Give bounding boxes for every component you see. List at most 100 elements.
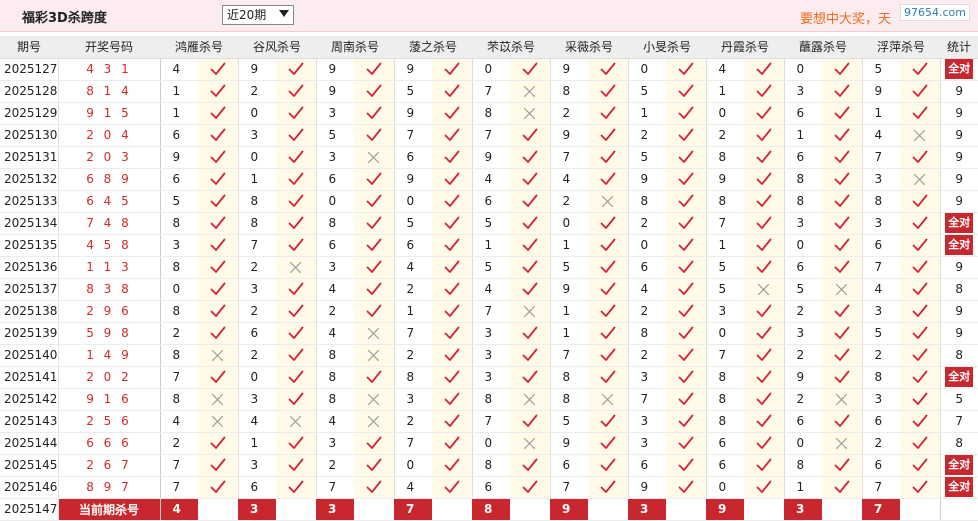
pick-value: 2 bbox=[784, 344, 822, 367]
pick-value: 5 bbox=[316, 124, 354, 147]
issue-number: 2025138 bbox=[0, 300, 58, 323]
check-icon bbox=[198, 80, 239, 103]
table-row: 2025139 5 9 82 6 4 7 3 1 8 0 3 5 9 bbox=[0, 322, 978, 345]
current-pick-value: 3 bbox=[238, 498, 276, 521]
check-icon bbox=[822, 58, 863, 81]
pick-value: 8 bbox=[784, 454, 822, 477]
pick-value: 9 bbox=[472, 146, 510, 169]
pick-value: 7 bbox=[472, 300, 510, 323]
pick-value: 1 bbox=[550, 234, 588, 257]
check-icon bbox=[198, 168, 239, 191]
pick-value: 8 bbox=[706, 146, 744, 169]
pick-value: 2 bbox=[160, 432, 198, 455]
pick-value: 9 bbox=[550, 432, 588, 455]
pick-value: 7 bbox=[394, 432, 432, 455]
pick-value: 7 bbox=[394, 124, 432, 147]
check-icon bbox=[900, 454, 941, 477]
check-icon bbox=[900, 146, 941, 169]
current-pick-value: 9 bbox=[706, 498, 744, 521]
check-icon bbox=[588, 432, 629, 455]
check-icon bbox=[900, 300, 941, 323]
pick-value: 5 bbox=[160, 190, 198, 213]
pick-value: 0 bbox=[316, 190, 354, 213]
check-icon bbox=[432, 322, 473, 345]
check-icon bbox=[354, 190, 395, 213]
check-icon bbox=[666, 168, 707, 191]
check-icon bbox=[432, 366, 473, 389]
check-icon bbox=[744, 366, 785, 389]
pick-value: 0 bbox=[394, 454, 432, 477]
cross-icon bbox=[354, 388, 395, 411]
cross-icon bbox=[198, 410, 239, 433]
stat-cell: 9 bbox=[939, 124, 978, 147]
check-icon bbox=[276, 432, 317, 455]
pick-value: 1 bbox=[862, 102, 900, 125]
check-icon bbox=[354, 124, 395, 147]
spacer-cell bbox=[510, 498, 550, 521]
issue-number: 2025132 bbox=[0, 168, 58, 191]
check-icon bbox=[666, 234, 707, 257]
pick-value: 9 bbox=[238, 58, 276, 81]
current-issue-row: 2025147 当前期杀号 4 3 3 7 8 9 3 9 3 7 bbox=[0, 498, 978, 521]
pick-value: 8 bbox=[862, 190, 900, 213]
pick-value: 3 bbox=[238, 388, 276, 411]
pick-value: 8 bbox=[706, 366, 744, 389]
check-icon bbox=[900, 102, 941, 125]
table-row: 2025145 2 6 7 7 3 2 0 8 6 6 6 8 6 全对 bbox=[0, 454, 978, 477]
check-icon bbox=[510, 366, 551, 389]
pick-value: 8 bbox=[160, 388, 198, 411]
pick-value: 4 bbox=[316, 322, 354, 345]
pick-value: 3 bbox=[316, 256, 354, 279]
pick-value: 2 bbox=[238, 344, 276, 367]
check-icon bbox=[900, 344, 941, 367]
pick-value: 7 bbox=[238, 234, 276, 257]
stat-cell: 全对 bbox=[939, 58, 978, 81]
check-icon bbox=[432, 80, 473, 103]
table-row: 2025143 2 5 644427538667 bbox=[0, 410, 978, 433]
check-icon bbox=[822, 256, 863, 279]
table-row: 2025142 9 1 683838878235 bbox=[0, 388, 978, 411]
pick-value: 4 bbox=[862, 278, 900, 301]
pick-value: 5 bbox=[472, 212, 510, 235]
pick-value: 8 bbox=[238, 190, 276, 213]
cross-icon bbox=[900, 124, 941, 147]
check-icon bbox=[432, 124, 473, 147]
check-icon bbox=[588, 102, 629, 125]
check-icon bbox=[822, 366, 863, 389]
check-icon bbox=[744, 322, 785, 345]
current-pick-value: 4 bbox=[160, 498, 198, 521]
check-icon bbox=[354, 454, 395, 477]
issue-number: 2025129 bbox=[0, 102, 58, 125]
pick-value: 8 bbox=[550, 366, 588, 389]
check-icon bbox=[198, 58, 239, 81]
pick-value: 2 bbox=[628, 212, 666, 235]
check-icon bbox=[510, 146, 551, 169]
check-icon bbox=[276, 388, 317, 411]
period-select[interactable]: 近20期 bbox=[222, 5, 294, 25]
check-icon bbox=[744, 476, 785, 499]
pick-value: 7 bbox=[316, 476, 354, 499]
draw-code: 2 6 7 bbox=[57, 454, 161, 477]
check-icon bbox=[276, 344, 317, 367]
check-icon bbox=[354, 102, 395, 125]
draw-code: 6 6 6 bbox=[57, 432, 161, 455]
check-icon bbox=[198, 146, 239, 169]
check-icon bbox=[744, 146, 785, 169]
check-icon bbox=[588, 454, 629, 477]
pick-value: 3 bbox=[784, 322, 822, 345]
period-select-value: 近20期 bbox=[227, 8, 267, 22]
check-icon bbox=[900, 212, 941, 235]
check-icon bbox=[666, 476, 707, 499]
pick-value: 1 bbox=[550, 300, 588, 323]
check-icon bbox=[276, 234, 317, 257]
draw-code: 1 4 9 bbox=[57, 344, 161, 367]
stat-cell: 9 bbox=[939, 102, 978, 125]
table-row: 2025140 1 4 982823727228 bbox=[0, 344, 978, 367]
pick-value: 8 bbox=[160, 212, 198, 235]
promo-text[interactable]: 要想中大奖，天 bbox=[800, 8, 891, 27]
pick-value: 3 bbox=[238, 278, 276, 301]
header-stat: 统计 bbox=[940, 36, 978, 59]
current-kill-label: 当前期杀号 bbox=[57, 498, 161, 521]
header-expert: 周南杀号 bbox=[316, 36, 394, 59]
check-icon bbox=[822, 190, 863, 213]
